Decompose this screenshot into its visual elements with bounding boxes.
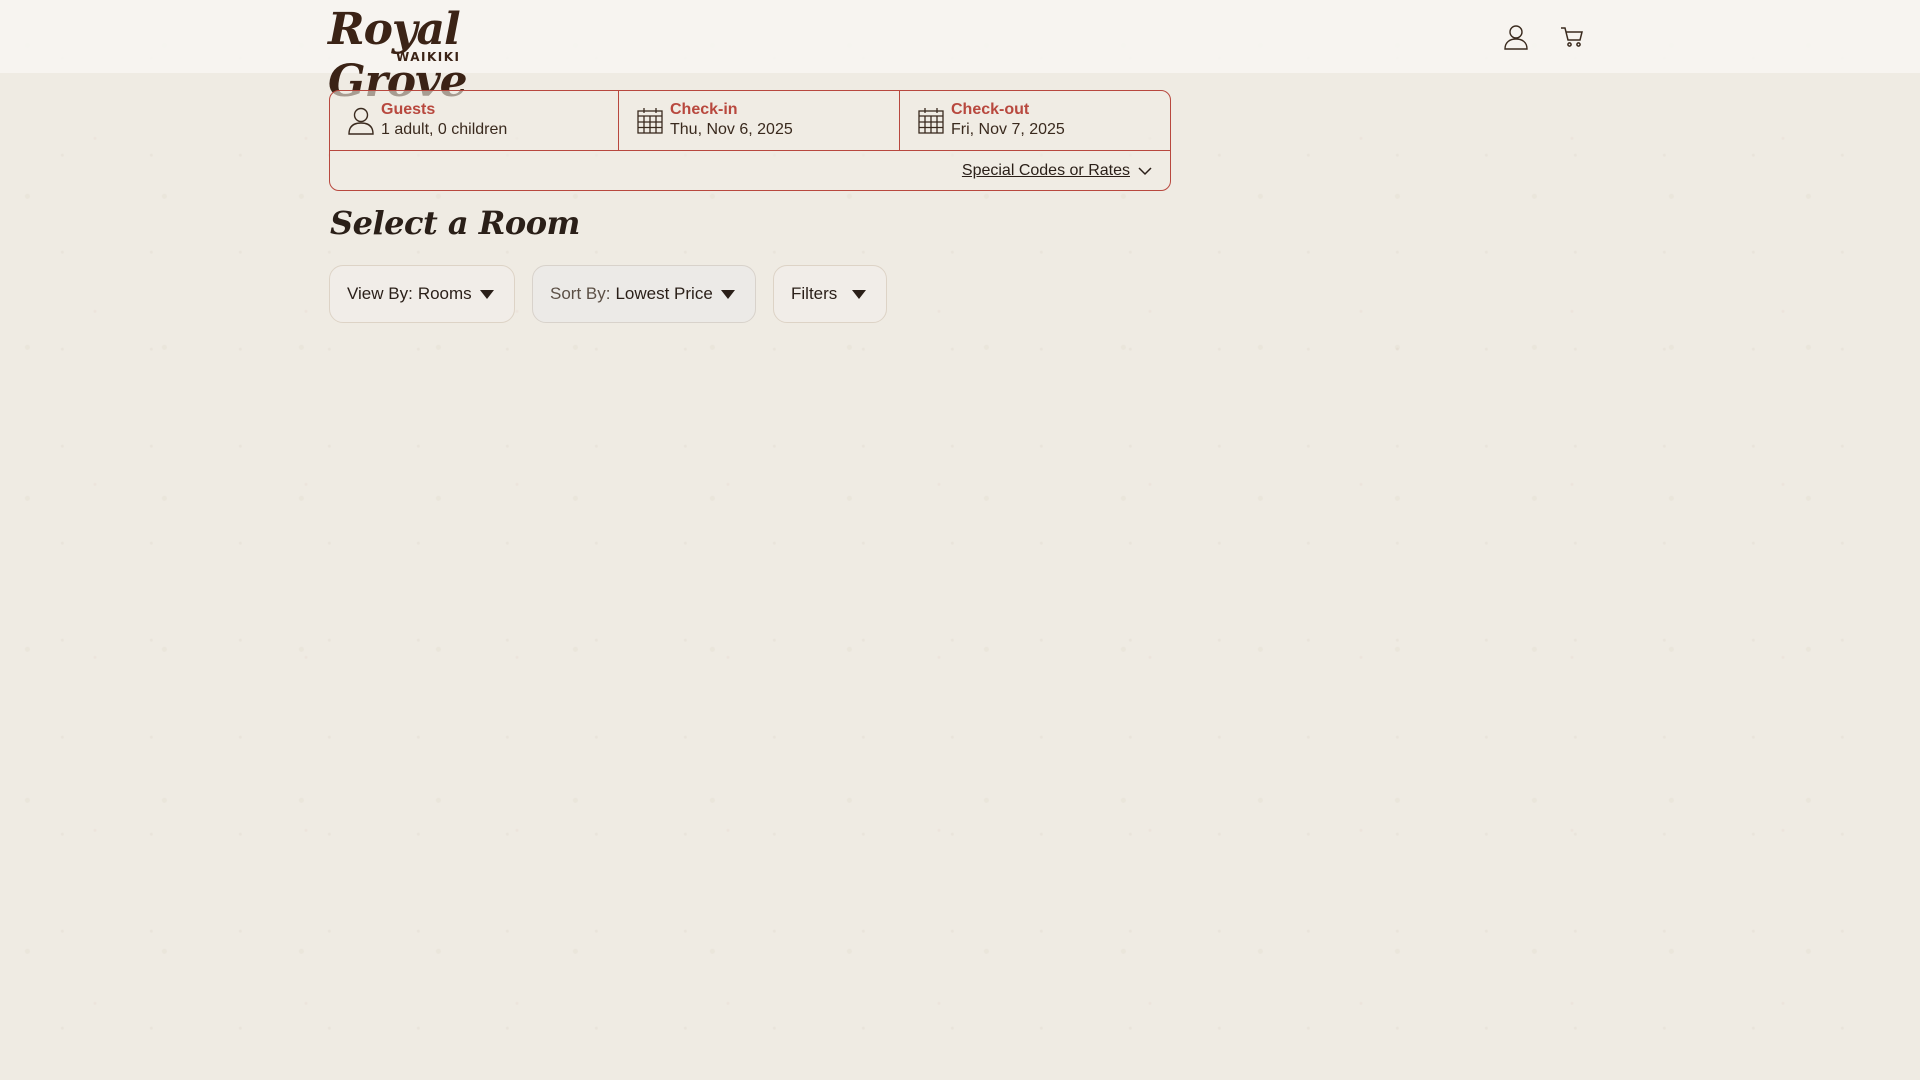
- cart-button[interactable]: [1557, 22, 1587, 52]
- brand-subtitle: WAIKIKI: [396, 50, 461, 64]
- calendar-icon: [918, 108, 944, 134]
- filters-label: Filters: [791, 284, 838, 303]
- caret-down-icon: [852, 290, 866, 299]
- checkout-text: Check-out Fri, Nov 7, 2025: [951, 100, 1065, 140]
- brand-logo[interactable]: Royal Grove WAIKIKI: [328, 4, 548, 107]
- guests-text: Guests 1 adult, 0 children: [381, 100, 507, 140]
- booking-search-panel: Guests 1 adult, 0 children Check-in Thu,…: [329, 90, 1171, 191]
- checkout-label: Check-out: [951, 101, 1030, 118]
- special-codes-label: Special Codes or Rates: [961, 162, 1130, 179]
- user-icon: [1504, 25, 1528, 50]
- view-by-value: Rooms: [417, 284, 472, 303]
- view-by-label: View By:: [347, 284, 413, 303]
- guests-label: Guests: [381, 101, 436, 118]
- page-title: Select a Room: [330, 204, 580, 242]
- guests-value: 1 adult, 0 children: [381, 121, 508, 138]
- user-icon: [348, 107, 374, 135]
- caret-down-icon: [480, 290, 494, 299]
- sort-by-dropdown[interactable]: Sort By: Lowest Price: [532, 265, 756, 323]
- chevron-down-icon: [1138, 167, 1152, 176]
- checkin-date-picker[interactable]: Check-in Thu, Nov 6, 2025: [618, 91, 899, 151]
- checkin-label: Check-in: [670, 101, 738, 118]
- guests-selector[interactable]: Guests 1 adult, 0 children: [330, 91, 618, 151]
- filters-dropdown[interactable]: Filters: [773, 265, 887, 323]
- special-codes-toggle[interactable]: Special Codes or Rates: [962, 160, 1152, 182]
- sort-by-label: Sort By:: [550, 284, 611, 303]
- calendar-icon: [637, 108, 663, 134]
- view-by-dropdown[interactable]: View By: Rooms: [329, 265, 515, 323]
- checkout-date-picker[interactable]: Check-out Fri, Nov 7, 2025: [899, 91, 1170, 151]
- cart-icon: [1561, 27, 1583, 47]
- checkout-value: Fri, Nov 7, 2025: [951, 121, 1065, 138]
- checkin-value: Thu, Nov 6, 2025: [670, 121, 793, 138]
- booking-fields-row: Guests 1 adult, 0 children Check-in Thu,…: [330, 91, 1170, 151]
- caret-down-icon: [721, 290, 735, 299]
- sort-by-value: Lowest Price: [615, 284, 713, 303]
- account-button[interactable]: [1501, 22, 1531, 52]
- checkin-text: Check-in Thu, Nov 6, 2025: [670, 100, 793, 140]
- site-header: Royal Grove WAIKIKI: [0, 0, 1920, 107]
